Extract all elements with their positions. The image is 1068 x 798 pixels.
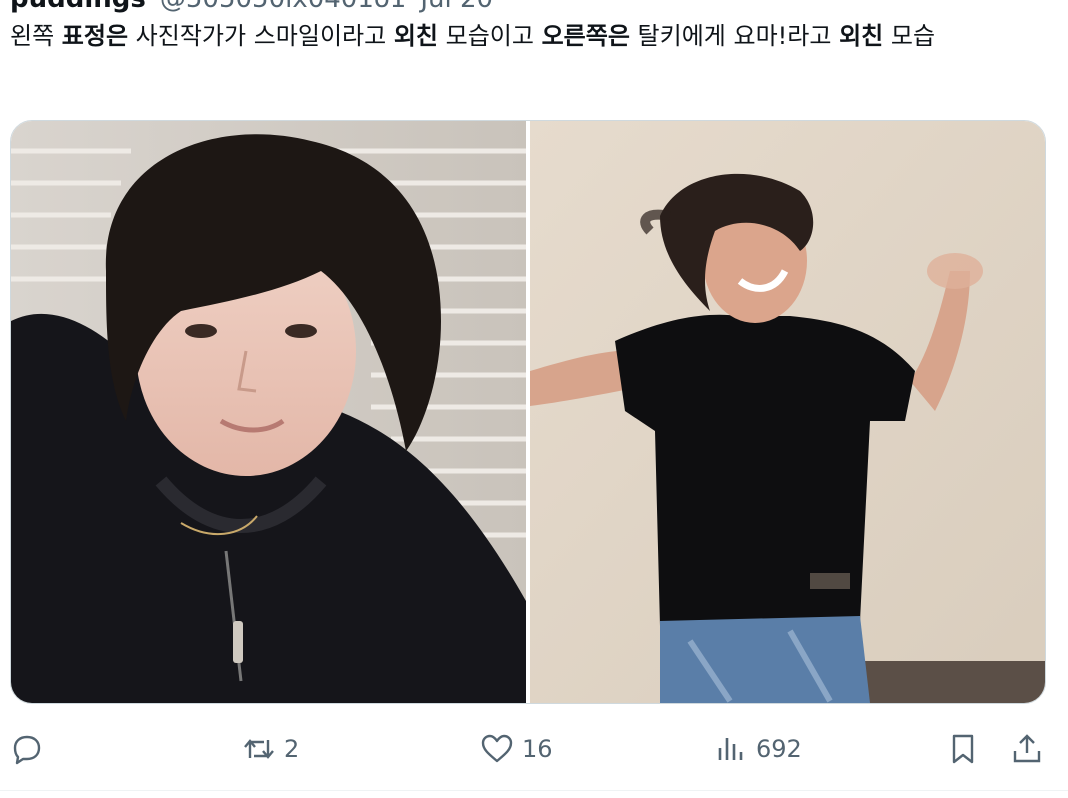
divider — [0, 790, 1068, 791]
views-count: 692 — [756, 735, 802, 763]
tweet-text-segment: 모습이고 — [438, 22, 542, 50]
repost-button[interactable]: 2 — [242, 724, 299, 774]
views-icon — [718, 738, 743, 760]
tweet-text-bold-segment: 오른쪽은 — [541, 22, 630, 50]
post-date[interactable]: Jul 20 — [420, 0, 493, 14]
reply-button[interactable] — [10, 724, 52, 774]
selfie-smiling-photo[interactable] — [11, 121, 526, 703]
media-grid[interactable] — [10, 120, 1046, 704]
tweet-page: puddings @505050ix0401o1 Jul 20 왼쪽 표정은 사… — [0, 0, 1068, 798]
like-count: 16 — [522, 735, 553, 763]
like-button[interactable]: 16 — [480, 724, 553, 774]
action-bar: 2 16 692 — [0, 724, 1068, 774]
grok-icon[interactable] — [956, 0, 990, 6]
tweet-text-segment: 사진작가가 스마일이라고 — [128, 22, 394, 50]
repost-count: 2 — [284, 735, 300, 763]
post-header: puddings @505050ix0401o1 Jul 20 — [10, 0, 493, 14]
share-button[interactable] — [1010, 724, 1044, 774]
heart-icon — [481, 734, 513, 763]
bookmark-button[interactable] — [946, 724, 980, 774]
share-icon — [1013, 734, 1041, 763]
tweet-text-segment: 왼쪽 — [10, 22, 62, 50]
tweet-text-bold-segment: 외친 — [393, 22, 438, 50]
author-name[interactable]: puddings — [10, 0, 146, 14]
tweet-text: 왼쪽 표정은 사진작가가 스마일이라고 외친 모습이고 오른쪽은 탈키에게 요마… — [10, 16, 1030, 56]
tweet-text-bold-segment: 표정은 — [61, 22, 129, 50]
reply-icon — [13, 735, 41, 765]
tweet-text-segment: 모습 — [883, 22, 936, 50]
bookmark-icon — [952, 734, 974, 764]
tweet-text-bold-segment: 외친 — [839, 22, 884, 50]
tweet-text-segment: 탈키에게 요마!라고 — [629, 22, 840, 50]
repost-icon — [244, 739, 274, 759]
dancing-photo[interactable] — [530, 121, 1045, 703]
views-button[interactable]: 692 — [714, 724, 802, 774]
author-handle[interactable]: @505050ix0401o1 — [160, 0, 406, 14]
